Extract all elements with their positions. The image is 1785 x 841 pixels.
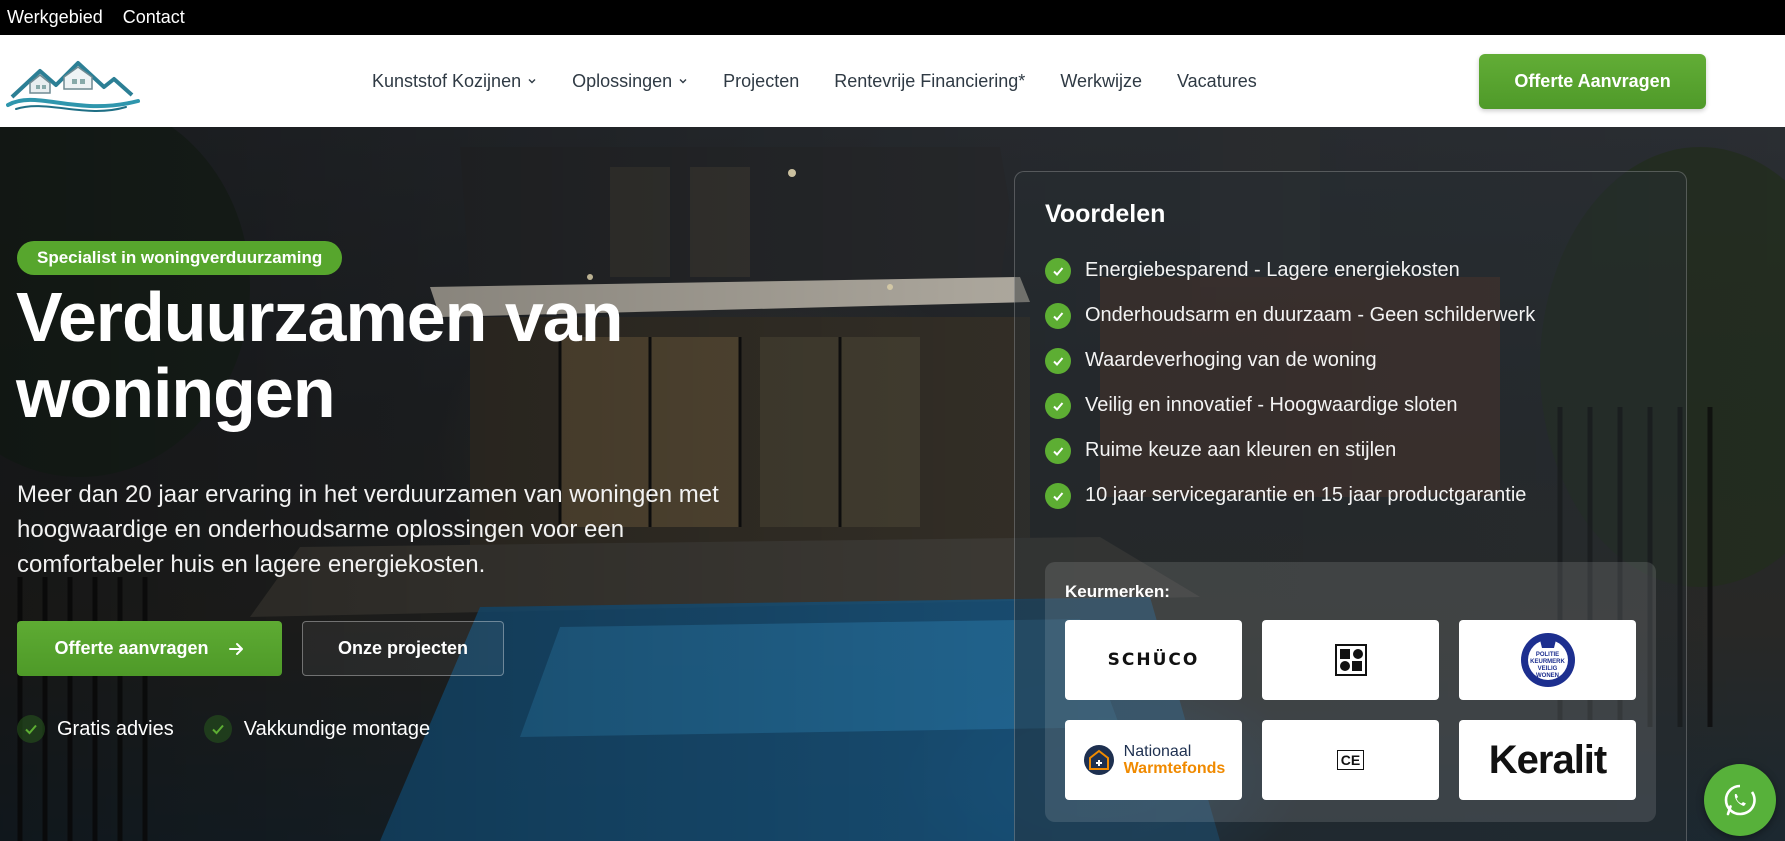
perk-vakkundige-montage: Vakkundige montage <box>203 715 431 743</box>
benefit-item: Veilig en innovatief - Hoogwaardige slot… <box>1045 383 1535 428</box>
keralit-logo-text: Keralit <box>1488 737 1607 782</box>
schuco-logo: SCHÜCO <box>1065 620 1242 700</box>
check-icon <box>1045 482 1071 509</box>
check-icon <box>1045 347 1071 374</box>
nav-vacatures[interactable]: Vacatures <box>1177 71 1257 92</box>
perk-label: Vakkundige montage <box>243 717 431 740</box>
nav-werkwijze[interactable]: Werkwijze <box>1060 71 1142 92</box>
main-nav: Kunststof Kozijnen Oplossingen Projecten… <box>372 35 1257 127</box>
hero-perks: Gratis advies Vakkundige montage <box>17 715 430 743</box>
onze-projecten-button[interactable]: Onze projecten <box>302 621 504 676</box>
politie-keurmerk-logo: POLITIE KEURMERK VEILIG WONEN <box>1459 620 1636 700</box>
whatsapp-icon <box>1724 784 1756 816</box>
benefit-item: Waardeverhoging van de woning <box>1045 338 1535 383</box>
ce-logo: CE <box>1262 720 1439 800</box>
benefits-list: Energiebesparend - Lagere energiekosten … <box>1045 248 1535 518</box>
check-icon <box>203 715 232 743</box>
button-label: Offerte aanvragen <box>54 638 209 658</box>
link-werkgebied[interactable]: Werkgebied <box>7 7 103 28</box>
chevron-down-icon <box>528 79 536 84</box>
warmtefonds-icon <box>1083 745 1114 775</box>
warmtefonds-line-1: Nationaal <box>1123 743 1192 760</box>
nav-label: Projecten <box>723 70 800 91</box>
site-header: Kunststof Kozijnen Oplossingen Projecten… <box>0 35 1785 127</box>
nav-kunststof-kozijnen[interactable]: Kunststof Kozijnen <box>372 71 537 92</box>
link-contact[interactable]: Contact <box>123 7 185 28</box>
warmtefonds-line-2: Warmtefonds <box>1123 760 1226 777</box>
arrow-right-icon <box>228 642 243 655</box>
keurmerken-title: Keurmerken: <box>1065 582 1170 601</box>
nav-label: Oplossingen <box>572 70 673 91</box>
politie-line: VEILIG <box>1537 666 1558 672</box>
hero-section: Specialist in woningverduurzaming Verduu… <box>0 127 1785 841</box>
politie-line: POLITIE <box>1535 652 1560 658</box>
check-icon <box>17 715 45 743</box>
politie-line: WONEN <box>1535 673 1559 679</box>
benefit-label: Veilig en innovatief - Hoogwaardige slot… <box>1085 394 1458 416</box>
schuco-logo-text: SCHÜCO <box>1107 650 1200 670</box>
offerte-aanvragen-header-button[interactable]: Offerte Aanvragen <box>1479 54 1706 109</box>
voordelen-card: Voordelen Energiebesparend - Lagere ener… <box>1014 171 1687 841</box>
nav-label: Vacatures <box>1177 70 1257 91</box>
company-logo[interactable] <box>6 49 141 113</box>
keurmerken-logo-grid: SCHÜCO POLITIE KEURMERK VEILIG WONEN Nat… <box>1065 620 1636 800</box>
nav-oplossingen[interactable]: Oplossingen <box>572 71 688 92</box>
chevron-down-icon <box>679 79 687 84</box>
benefit-label: 10 jaar servicegarantie en 15 jaar produ… <box>1085 484 1527 506</box>
perk-gratis-advies: Gratis advies <box>17 715 174 743</box>
voordelen-title: Voordelen <box>1045 200 1166 228</box>
benefit-item: Energiebesparend - Lagere energiekosten <box>1045 248 1535 293</box>
benefit-label: Onderhoudsarm en duurzaam - Geen schilde… <box>1085 304 1536 326</box>
check-icon <box>1045 257 1071 284</box>
keurmerken-panel: Keurmerken: SCHÜCO POLITIE KEURMERK VEIL… <box>1045 562 1656 822</box>
komo-icon <box>1334 644 1367 676</box>
check-icon <box>1045 437 1071 464</box>
ce-mark: CE <box>1336 750 1365 770</box>
benefit-label: Energiebesparend - Lagere energiekosten <box>1085 259 1460 281</box>
perk-label: Gratis advies <box>57 717 174 740</box>
check-icon <box>1045 302 1071 329</box>
benefit-item: Onderhoudsarm en duurzaam - Geen schilde… <box>1045 293 1535 338</box>
hero-title: Verduurzamen van woningen <box>16 278 623 432</box>
keralit-logo: Keralit <box>1459 720 1636 800</box>
nationaal-warmtefonds-logo: Nationaal Warmtefonds <box>1065 720 1242 800</box>
benefit-item: Ruime keuze aan kleuren en stijlen <box>1045 428 1535 473</box>
komo-logo <box>1262 620 1439 700</box>
whatsapp-button[interactable] <box>1704 764 1776 836</box>
benefit-item: 10 jaar servicegarantie en 15 jaar produ… <box>1045 473 1535 518</box>
check-icon <box>1045 392 1071 419</box>
nav-label: Werkwijze <box>1060 70 1142 91</box>
nav-label: Rentevrije Financiering* <box>834 70 1026 91</box>
top-bar: Werkgebied Contact <box>0 0 1785 35</box>
nav-projecten[interactable]: Projecten <box>723 71 799 92</box>
offerte-aanvragen-button[interactable]: Offerte aanvragen <box>17 621 282 676</box>
nav-label: Kunststof Kozijnen <box>372 70 522 91</box>
benefit-label: Ruime keuze aan kleuren en stijlen <box>1085 439 1397 461</box>
nav-rentevrije-financiering[interactable]: Rentevrije Financiering* <box>834 71 1025 92</box>
benefit-label: Waardeverhoging van de woning <box>1085 349 1377 371</box>
hero-lead-text: Meer dan 20 jaar ervaring in het verduur… <box>17 481 719 578</box>
specialist-badge: Specialist in woningverduurzaming <box>17 241 343 275</box>
politie-line: KEURMERK <box>1530 659 1565 665</box>
